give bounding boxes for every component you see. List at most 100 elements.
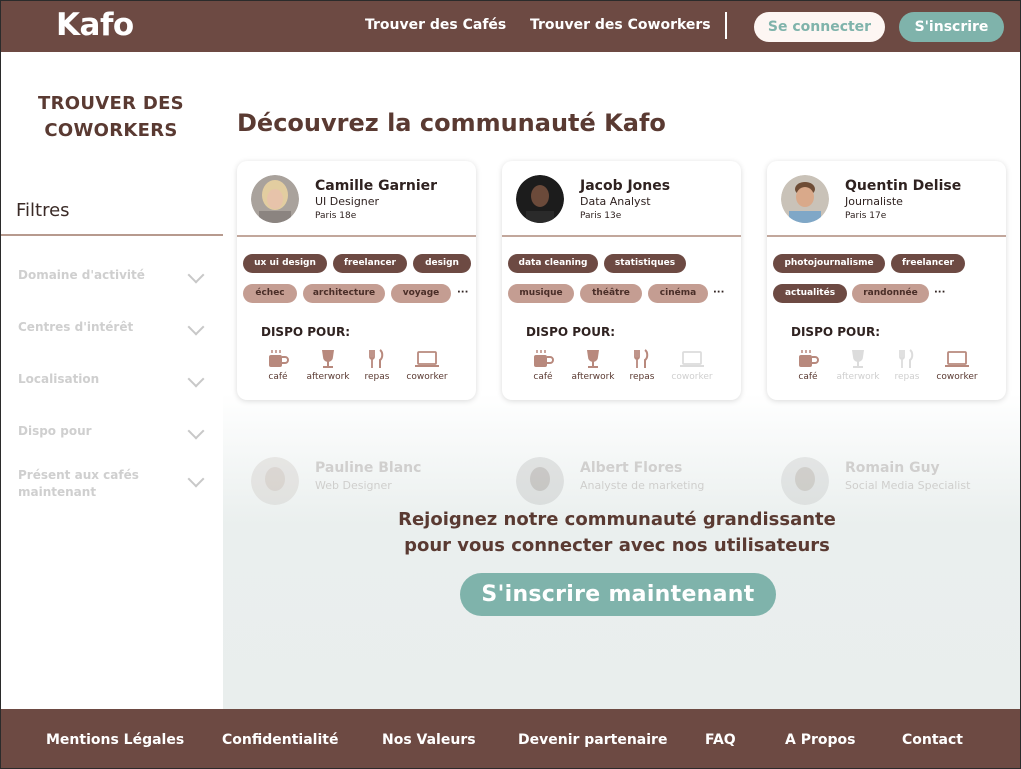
dispo-label: repas	[364, 372, 390, 382]
footer-link-legal[interactable]: Mentions Légales	[46, 732, 184, 748]
interest-tag[interactable]: randonnée	[852, 284, 929, 303]
interest-tag[interactable]: ux ui design	[243, 254, 327, 273]
profile-role: Journaliste	[845, 195, 903, 208]
wine-glass-icon	[322, 350, 334, 368]
dispo-label: coworker	[406, 372, 448, 382]
profile-role: UI Designer	[315, 195, 380, 208]
card-divider	[237, 235, 476, 237]
footer-link-values[interactable]: Nos Valeurs	[382, 732, 476, 748]
dispo-afterwork: afterwork	[301, 349, 355, 382]
page: Kafo Trouver des Cafés Trouver des Cowor…	[0, 0, 1021, 769]
dispo-coworker: coworker	[930, 349, 984, 382]
interest-tag[interactable]: design	[413, 254, 471, 273]
profile-name: Romain Guy	[845, 460, 940, 476]
wine-glass-icon	[587, 350, 599, 368]
interest-tag[interactable]: photojournalisme	[773, 254, 885, 273]
avatar	[516, 175, 564, 223]
dispo-cafe: café	[516, 349, 570, 382]
signup-button[interactable]: S'inscrire	[899, 12, 1004, 42]
laptop-icon	[680, 351, 704, 367]
filter-availability[interactable]: Dispo pour	[18, 422, 208, 440]
ghost-card: Albert Flores Analyste de marketing	[502, 449, 741, 509]
dispo-label: café	[533, 372, 553, 382]
filter-domain[interactable]: Domaine d'activité	[18, 266, 208, 284]
filter-location[interactable]: Localisation	[18, 370, 208, 388]
interest-tag[interactable]: freelancer	[333, 254, 407, 273]
join-message: Rejoignez notre communauté grandissante …	[223, 507, 1011, 559]
more-tags-icon[interactable]: ···	[457, 287, 468, 298]
profile-name: Albert Flores	[580, 460, 683, 476]
interest-tag[interactable]: architecture	[303, 284, 385, 303]
footer-link-faq[interactable]: FAQ	[705, 732, 736, 748]
dispo-label: coworker	[671, 372, 713, 382]
filter-present-now[interactable]: Présent aux cafés maintenant	[18, 467, 208, 501]
nav-find-coworkers[interactable]: Trouver des Coworkers	[530, 17, 711, 33]
filter-label: Présent aux cafés maintenant	[18, 468, 139, 499]
profile-card-camille[interactable]: Camille Garnier UI Designer Paris 18e ux…	[237, 161, 476, 400]
interest-tag[interactable]: data cleaning	[508, 254, 598, 273]
more-tags-icon[interactable]: ···	[934, 287, 945, 298]
fork-knife-icon	[369, 349, 384, 368]
avatar	[251, 457, 299, 505]
nav-find-cafes[interactable]: Trouver des Cafés	[365, 17, 506, 33]
filters-sidebar: TROUVER DES COWORKERS Filtres Domaine d'…	[1, 52, 223, 709]
interest-tag[interactable]: théâtre	[580, 284, 642, 303]
filter-label: Centres d'intérêt	[18, 320, 134, 334]
laptop-icon	[945, 351, 969, 367]
sidebar-title-line2: COWORKERS	[44, 120, 178, 141]
footer-link-partner[interactable]: Devenir partenaire	[518, 732, 667, 748]
avatar	[516, 457, 564, 505]
interest-tag[interactable]: voyage	[391, 284, 451, 303]
chevron-down-icon[interactable]	[187, 266, 205, 284]
avatar	[781, 175, 829, 223]
profile-location: Paris 13e	[580, 211, 622, 221]
profile-location: Paris 18e	[315, 211, 357, 221]
signup-now-button[interactable]: S'inscrire maintenant	[460, 573, 776, 616]
filter-label: Localisation	[18, 372, 100, 386]
interest-tag[interactable]: freelancer	[891, 254, 965, 273]
interest-tag[interactable]: musique	[508, 284, 574, 303]
chevron-down-icon[interactable]	[187, 422, 205, 440]
kafo-logo[interactable]: Kafo	[56, 7, 134, 43]
dispo-afterwork: afterwork	[831, 349, 885, 382]
laptop-icon	[415, 351, 439, 367]
wine-glass-icon	[852, 350, 864, 368]
dispo-label: café	[268, 372, 288, 382]
profile-role: Data Analyst	[580, 195, 651, 208]
dispo-label: café	[798, 372, 818, 382]
filters-heading: Filtres	[16, 200, 70, 221]
availability-title: DISPO POUR:	[261, 325, 351, 339]
chevron-down-icon[interactable]	[187, 370, 205, 388]
footer-link-about[interactable]: A Propos	[785, 732, 855, 748]
profile-name: Jacob Jones	[580, 178, 671, 194]
dispo-coworker: coworker	[665, 349, 719, 382]
interest-tag[interactable]: cinéma	[648, 284, 708, 303]
join-line-2: pour vous connecter avec nos utilisateur…	[404, 535, 830, 556]
filter-label: Domaine d'activité	[18, 268, 145, 282]
login-button[interactable]: Se connecter	[754, 12, 885, 42]
chevron-down-icon[interactable]	[187, 470, 205, 488]
profile-name: Pauline Blanc	[315, 460, 422, 476]
interest-tag[interactable]: actualités	[773, 284, 847, 303]
dispo-label: afterwork	[836, 372, 880, 382]
coffee-cup-icon	[534, 350, 554, 367]
dispo-label: repas	[629, 372, 655, 382]
footer-link-contact[interactable]: Contact	[902, 732, 963, 748]
dispo-label: afterwork	[571, 372, 615, 382]
profile-name: Quentin Delise	[845, 178, 962, 194]
profile-card-jacob[interactable]: Jacob Jones Data Analyst Paris 13e data …	[502, 161, 741, 400]
dispo-repas: repas	[880, 349, 934, 382]
ghost-card: Pauline Blanc Web Designer	[237, 449, 476, 509]
footer-link-privacy[interactable]: Confidentialité	[222, 732, 338, 748]
profile-role: Web Designer	[315, 479, 392, 492]
join-line-1: Rejoignez notre communauté grandissante	[398, 509, 836, 530]
more-tags-icon[interactable]: ···	[713, 287, 724, 298]
filter-interests[interactable]: Centres d'intérêt	[18, 318, 208, 336]
interest-tag[interactable]: statistiques	[604, 254, 686, 273]
profile-card-quentin[interactable]: Quentin Delise Journaliste Paris 17e pho…	[767, 161, 1006, 400]
filter-label: Dispo pour	[18, 424, 92, 438]
dispo-label: afterwork	[306, 372, 350, 382]
chevron-down-icon[interactable]	[187, 318, 205, 336]
interest-tag[interactable]: échec	[243, 284, 297, 303]
dispo-label: repas	[894, 372, 920, 382]
